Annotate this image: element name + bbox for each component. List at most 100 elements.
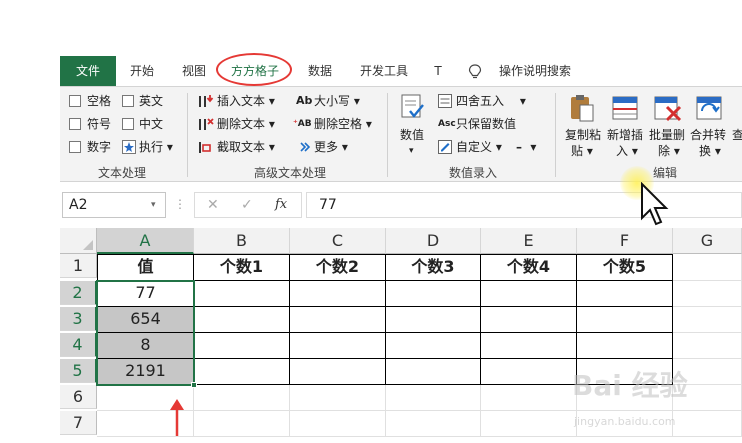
row-header-1[interactable]: 1: [60, 254, 97, 278]
dash-dropdown-button[interactable]: – ▾: [516, 139, 536, 155]
checkbox-english[interactable]: [122, 95, 134, 107]
cell-b5[interactable]: [194, 359, 290, 385]
tab-data[interactable]: 数据: [298, 56, 342, 86]
cell-b3[interactable]: [194, 307, 290, 333]
cell-d1[interactable]: 个数3: [386, 254, 481, 281]
column-header-f[interactable]: F: [577, 228, 673, 254]
new-insert-button[interactable]: 新增插: [607, 127, 643, 143]
cell-c2[interactable]: [290, 281, 386, 307]
tell-me-search[interactable]: 操作说明搜索: [494, 56, 576, 86]
cell-b1[interactable]: 个数1: [194, 254, 290, 281]
cell-e2[interactable]: [481, 281, 577, 307]
tab-file[interactable]: 文件: [60, 56, 116, 86]
cell-a5[interactable]: 2191: [97, 359, 194, 385]
cell-f4[interactable]: [577, 333, 673, 359]
cell-a4[interactable]: 8: [97, 333, 194, 359]
column-header-a[interactable]: A: [97, 228, 194, 254]
insert-function-button[interactable]: fx: [275, 197, 287, 213]
cell-d5[interactable]: [386, 359, 481, 385]
cell-c7[interactable]: [290, 411, 386, 437]
name-box-dropdown-icon[interactable]: ▾: [151, 197, 156, 213]
cell-b7[interactable]: [194, 411, 290, 437]
copy-paste-button[interactable]: 复制粘: [565, 127, 601, 143]
formula-input[interactable]: 77: [306, 192, 742, 218]
new-insert-icon: [611, 93, 639, 126]
checkbox-symbol[interactable]: [69, 118, 81, 130]
cancel-icon[interactable]: ✕: [207, 197, 219, 213]
more-button[interactable]: 更多 ▾: [314, 139, 348, 155]
cell-c6[interactable]: [290, 385, 386, 411]
watermark-url: jingyan.baidu.com: [574, 415, 676, 428]
row-header-3[interactable]: 3: [60, 307, 97, 331]
cell-c4[interactable]: [290, 333, 386, 359]
cell-c5[interactable]: [290, 359, 386, 385]
group-label-numeric-entry: 数值录入: [448, 166, 497, 180]
cell-a3[interactable]: 654: [97, 307, 194, 333]
cell-e3[interactable]: [481, 307, 577, 333]
cut-text-label: 截取文本: [217, 140, 266, 154]
cell-b2[interactable]: [194, 281, 290, 307]
keep-numeric-button[interactable]: 只保留数值: [456, 116, 516, 132]
cell-e5[interactable]: [481, 359, 577, 385]
case-button[interactable]: 大小写 ▾: [314, 93, 360, 109]
checkbox-chinese[interactable]: [122, 118, 134, 130]
row-header-5[interactable]: 5: [60, 359, 97, 383]
checkbox-number[interactable]: [69, 141, 81, 153]
cut-text-button[interactable]: 截取文本 ▾: [217, 139, 275, 155]
value-dropdown-arrow[interactable]: ▾: [409, 143, 414, 159]
formula-bar-grip-icon[interactable]: ⋮: [174, 196, 186, 212]
cell-g3[interactable]: [673, 307, 742, 333]
execute-button[interactable]: 执行 ▾: [139, 139, 173, 155]
insert-text-button[interactable]: 插入文本 ▾: [217, 93, 275, 109]
tab-view[interactable]: 视图: [172, 56, 216, 86]
delete-space-button[interactable]: 删除空格 ▾: [314, 116, 372, 132]
tab-developer[interactable]: 开发工具: [352, 56, 416, 86]
batch-delete-button[interactable]: 批量删: [649, 127, 685, 143]
checkbox-space[interactable]: [69, 95, 81, 107]
merge-convert-button[interactable]: 合并转: [690, 127, 726, 143]
cell-e6[interactable]: [481, 385, 577, 411]
cell-d4[interactable]: [386, 333, 481, 359]
enter-icon[interactable]: ✓: [241, 197, 253, 213]
name-box[interactable]: A2 ▾: [62, 192, 166, 218]
cell-d3[interactable]: [386, 307, 481, 333]
cell-g2[interactable]: [673, 281, 742, 307]
column-header-g[interactable]: G: [673, 228, 742, 254]
column-header-d[interactable]: D: [386, 228, 481, 254]
value-button[interactable]: 数值: [400, 127, 424, 143]
tab-home[interactable]: 开始: [120, 56, 164, 86]
tab-t[interactable]: T: [426, 56, 450, 86]
cell-a1[interactable]: 值: [97, 254, 194, 281]
cell-g1[interactable]: [673, 254, 742, 281]
cell-b4[interactable]: [194, 333, 290, 359]
cell-f1[interactable]: 个数5: [577, 254, 673, 281]
column-header-e[interactable]: E: [481, 228, 577, 254]
cell-g4[interactable]: [673, 333, 742, 359]
custom-label: 自定义: [456, 140, 493, 154]
cell-d7[interactable]: [386, 411, 481, 437]
copy-paste-line2: 贴 ▾: [571, 144, 593, 158]
delete-text-button[interactable]: 删除文本 ▾: [217, 116, 275, 132]
cell-e4[interactable]: [481, 333, 577, 359]
cell-c1[interactable]: 个数2: [290, 254, 386, 281]
round-button[interactable]: 四舍五入 ▾: [456, 93, 526, 109]
fill-handle[interactable]: [191, 382, 197, 388]
cell-f3[interactable]: [577, 307, 673, 333]
cell-f2[interactable]: [577, 281, 673, 307]
select-all-corner[interactable]: [60, 228, 97, 254]
row-header-4[interactable]: 4: [60, 333, 97, 357]
column-header-c[interactable]: C: [290, 228, 386, 254]
cell-d6[interactable]: [386, 385, 481, 411]
row-header-6[interactable]: 6: [60, 385, 97, 409]
custom-button[interactable]: 自定义 ▾: [456, 139, 502, 155]
cell-a2[interactable]: 77: [97, 281, 194, 307]
column-header-b[interactable]: B: [194, 228, 290, 254]
cut-off-button[interactable]: 查: [732, 127, 742, 143]
cell-e7[interactable]: [481, 411, 577, 437]
cell-c3[interactable]: [290, 307, 386, 333]
row-header-7[interactable]: 7: [60, 411, 97, 435]
row-header-2[interactable]: 2: [60, 281, 97, 305]
cell-b6[interactable]: [194, 385, 290, 411]
cell-e1[interactable]: 个数4: [481, 254, 577, 281]
cell-d2[interactable]: [386, 281, 481, 307]
